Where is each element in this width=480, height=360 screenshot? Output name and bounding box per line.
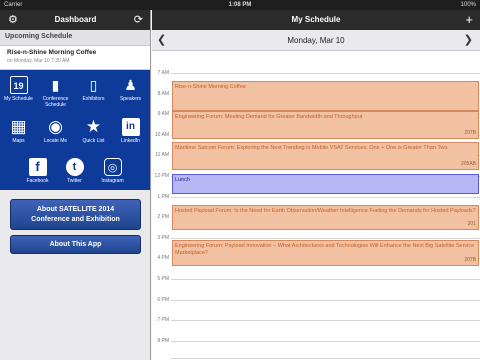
grid-icon: ▦ (10, 117, 27, 136)
event-title: Maritime Satcom Forum: Exploring the Nex… (175, 145, 448, 151)
tile-label: Quick List (82, 138, 105, 144)
hour-label: 1 PM (157, 194, 169, 200)
star-icon: ★ (85, 117, 102, 136)
status-bar: Carrier 1:08 PM 100% (0, 0, 480, 10)
linkedin-icon: in (121, 118, 140, 136)
chevron-right-icon[interactable]: ❯ (464, 30, 473, 51)
instagram-icon: ◎ (103, 158, 122, 176)
hour-label: 4 PM (157, 255, 169, 261)
tile-locate-me[interactable]: ◉ Locate Me (37, 117, 74, 145)
tile-exhibitors[interactable]: ▯ Exhibitors (75, 76, 112, 102)
tile-label: Maps (12, 138, 25, 144)
tile-label: Exhibitors (82, 96, 105, 102)
upcoming-item-name: Rise-n-Shine Morning Coffee (7, 49, 97, 56)
hour-line (171, 73, 480, 74)
hour-label: 9 AM (157, 111, 169, 117)
tile-linkedin[interactable]: in LinkedIn (112, 118, 149, 144)
date-bar: ❮ Monday, Mar 10 ❯ (152, 30, 480, 51)
event-block-lunch[interactable]: Lunch (172, 174, 479, 194)
facebook-icon: f (28, 158, 47, 176)
plus-icon[interactable]: + (465, 12, 473, 28)
event-block[interactable]: Maritime Satcom Forum: Exploring the Nex… (172, 142, 479, 170)
tile-quick-list[interactable]: ★ Quick List (75, 117, 112, 145)
refresh-icon[interactable]: ⟳ (134, 13, 143, 27)
hour-label: 12 PM (154, 173, 169, 179)
hour-label: 3 PM (157, 235, 169, 241)
event-block[interactable]: Engineering Forum: Meeting Demand for Gr… (172, 111, 479, 139)
tile-label: Instagram (101, 178, 124, 184)
tile-conference-schedule[interactable]: ▮ Conference Schedule (37, 76, 74, 108)
calendar-icon: 19 (9, 76, 28, 94)
hour-line (171, 358, 480, 359)
status-time: 1:08 PM (228, 2, 252, 8)
speaker-icon: ♟ (124, 77, 137, 93)
upcoming-schedule-item[interactable]: Rise-n-Shine Morning Coffee on Monday, M… (0, 46, 150, 70)
tile-label: Twitter (67, 178, 82, 184)
tile-speakers[interactable]: ♟ Speakers (112, 76, 149, 102)
hour-label: 2 PM (157, 214, 169, 220)
about-app-button[interactable]: About This App (10, 235, 141, 254)
phone-icon: ▯ (89, 77, 98, 93)
event-block[interactable]: Rise-n-Shine Morning Coffee (172, 81, 479, 111)
hour-label: 6 PM (157, 297, 169, 303)
tile-label: Speakers (119, 96, 142, 102)
hour-line (171, 300, 480, 301)
hour-line (171, 197, 480, 198)
tile-instagram[interactable]: ◎ Instagram (94, 158, 131, 184)
about-conference-button[interactable]: About SATELLITE 2014 Conference and Exhi… (10, 199, 141, 230)
tile-label: Facebook (26, 178, 49, 184)
event-title: Rise-n-Shine Morning Coffee (175, 84, 246, 90)
hour-label: 7 PM (157, 317, 169, 323)
hour-label: 10 AM (154, 132, 169, 138)
event-title: Lunch (175, 177, 190, 183)
hour-line (171, 238, 480, 239)
tile-label: Locate Me (43, 138, 68, 144)
dashboard-tile-grid: 19 My Schedule ▮ Conference Schedule ▯ E… (0, 70, 150, 190)
book-icon: ▮ (51, 77, 60, 93)
event-title: Hosted Payload Forum: Is the Need for Ea… (175, 208, 476, 214)
event-block[interactable]: Hosted Payload Forum: Is the Need for Ea… (172, 205, 479, 230)
tile-maps[interactable]: ▦ Maps (0, 117, 37, 145)
upcoming-item-time: on Monday, Mar 10 7:30 AM (7, 58, 70, 64)
dashboard-nav-bar: ⚙ Dashboard ⟳ (0, 10, 150, 30)
tile-label: Conference Schedule (42, 96, 69, 108)
event-room: 207B (464, 257, 476, 263)
event-block[interactable]: Engineering Forum: Payload Innovation – … (172, 240, 479, 266)
schedule-pane: My Schedule + ❮ Monday, Mar 10 ❯ 7 AM 8 … (152, 10, 480, 360)
tile-my-schedule[interactable]: 19 My Schedule (0, 76, 37, 102)
hour-line (171, 279, 480, 280)
target-icon: ◉ (48, 117, 63, 136)
hour-label: 5 PM (157, 276, 169, 282)
hour-label: 8 PM (157, 338, 169, 344)
hour-label: 7 AM (157, 70, 169, 76)
event-room: 205AB (460, 161, 476, 167)
hour-label: 11 AM (155, 152, 169, 158)
dashboard-pane: ⚙ Dashboard ⟳ Upcoming Schedule Rise-n-S… (0, 10, 151, 360)
event-room: 201 (467, 221, 476, 227)
schedule-nav-bar: My Schedule + (152, 10, 480, 30)
twitter-icon: t (65, 158, 84, 176)
tile-label: LinkedIn (121, 138, 140, 144)
schedule-title: My Schedule (291, 15, 341, 24)
tile-facebook[interactable]: f Facebook (19, 158, 56, 184)
hour-line (171, 341, 480, 342)
dashboard-title: Dashboard (54, 15, 97, 24)
hour-label: 8 AM (157, 91, 169, 97)
tile-label: My Schedule (4, 96, 33, 102)
current-date: Monday, Mar 10 (287, 36, 345, 45)
tile-twitter[interactable]: t Twitter (56, 158, 93, 184)
event-title: Engineering Forum: Payload Innovation – … (175, 243, 475, 256)
upcoming-schedule-heading: Upcoming Schedule (0, 30, 150, 46)
hour-line (171, 320, 480, 321)
event-room: 207B (464, 130, 476, 136)
battery-level: 100% (460, 2, 476, 8)
day-timeline[interactable]: 7 AM 8 AM 9 AM 10 AM 11 AM 12 PM 1 PM 2 … (152, 51, 480, 360)
event-title: Engineering Forum: Meeting Demand for Gr… (175, 114, 363, 120)
